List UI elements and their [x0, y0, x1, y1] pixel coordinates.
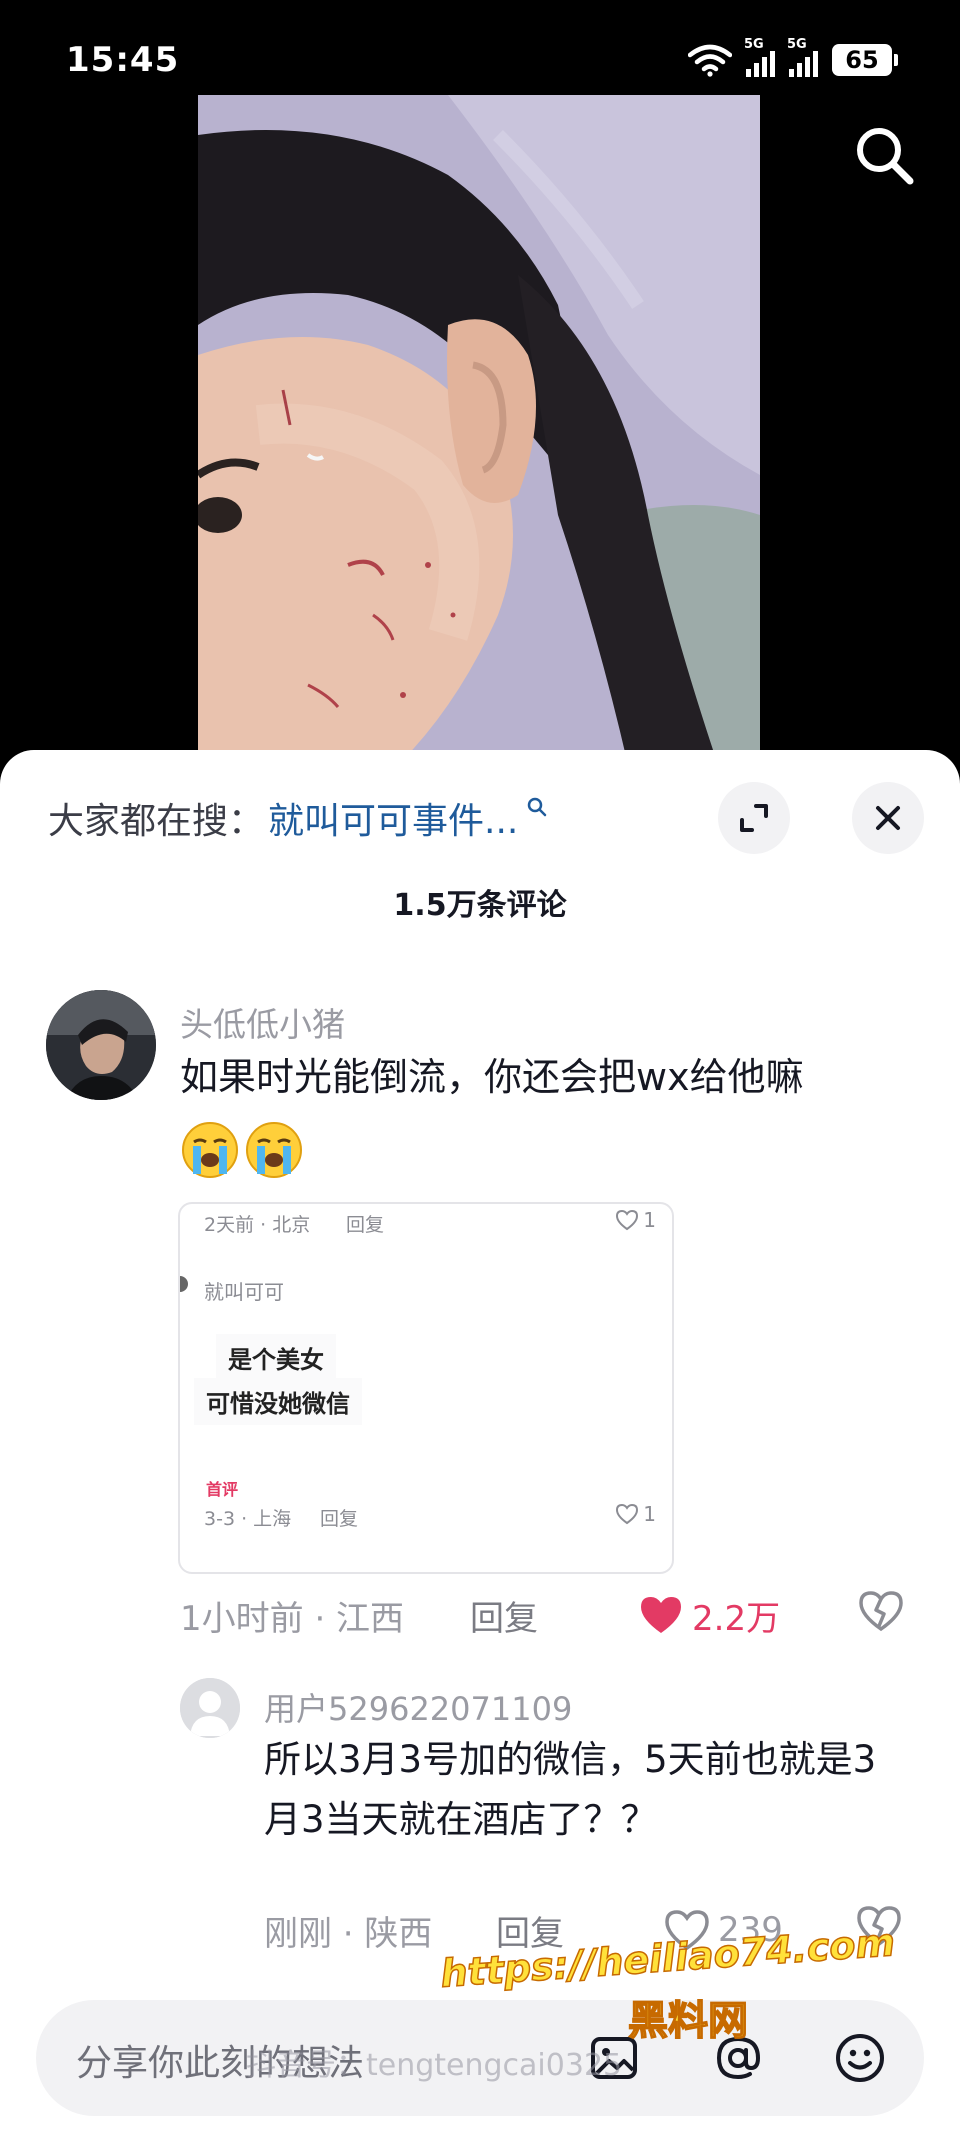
- first-comment-badge: 首评: [206, 1480, 239, 1499]
- attached-line-1: 是个美女: [216, 1334, 336, 1381]
- sub-reply-author[interactable]: 用户529622071109: [264, 1684, 572, 1730]
- status-time: 15:45: [66, 40, 180, 80]
- avatar[interactable]: [46, 990, 156, 1100]
- attached-top-meta: 2天前 · 北京: [204, 1214, 311, 1236]
- status-icons: 5G 5G 65: [688, 37, 898, 80]
- reply-button[interactable]: 回复: [470, 1591, 538, 1640]
- cellular-signal-icon-2: 5G: [787, 37, 818, 77]
- suggestion-query-link[interactable]: 就叫可可事件...: [268, 792, 518, 844]
- search-suggestion[interactable]: 大家都在搜： 就叫可可事件...: [48, 788, 548, 848]
- avatar-image: [46, 990, 156, 1100]
- default-avatar-icon: [180, 1678, 240, 1738]
- wifi-icon: [688, 44, 732, 77]
- heart-filled-icon: [641, 1597, 681, 1633]
- search-icon: [857, 128, 914, 185]
- attached-avatar-dot: [180, 1276, 188, 1292]
- attached-top-like: 1: [615, 1208, 656, 1232]
- video-player[interactable]: [0, 95, 960, 765]
- sub-reply-avatar[interactable]: [180, 1678, 240, 1738]
- attached-author: 就叫可可: [204, 1280, 284, 1304]
- suggestion-label: 大家都在搜：: [48, 801, 265, 842]
- cellular-signal-icon-1: 5G: [744, 37, 775, 77]
- attached-top-reply: 回复: [346, 1214, 385, 1236]
- attached-bottom-reply: 回复: [320, 1508, 359, 1530]
- search-button[interactable]: [844, 115, 924, 195]
- close-button[interactable]: [852, 782, 924, 854]
- dislike-button[interactable]: [858, 1590, 904, 1641]
- status-bar: 15:45 5G 5G 65: [0, 0, 960, 95]
- like-button[interactable]: 2.2万: [638, 1591, 780, 1640]
- video-frame: [198, 95, 760, 765]
- close-icon: [876, 806, 900, 830]
- comment-emojis: [180, 1120, 304, 1180]
- battery-level: 65: [832, 44, 892, 76]
- comments-sheet: 大家都在搜： 就叫可可事件... 1.5万条评论 头低低小猪 如果时光能倒流，你…: [0, 750, 960, 2145]
- site-name-watermark: 黑料网: [627, 1997, 749, 2045]
- comment-time-location: 1小时前 · 江西: [180, 1598, 405, 1639]
- sub-reply-time-location: 刚刚 · 陕西: [264, 1913, 433, 1954]
- crying-face-emoji: [182, 1122, 238, 1178]
- comment-text: 如果时光能倒流，你还会把wx给他嘛: [180, 1055, 804, 1099]
- small-search-icon: [528, 797, 547, 817]
- expand-icon: [740, 804, 768, 832]
- battery-icon: [894, 54, 898, 66]
- attached-screenshot[interactable]: 2天前 · 北京 回复 1 就叫可可 是个美女 可惜没她微信 首评 3-3 · …: [178, 1202, 674, 1574]
- expand-button[interactable]: [718, 782, 790, 854]
- attached-bottom-meta: 3-3 · 上海: [204, 1508, 292, 1530]
- platform-handle-watermark: 抖音号：tengtengcai0325: [246, 2048, 623, 2083]
- sub-reply-text: 所以3月3号加的微信，5天前也就是3月3当天就在酒店了？？: [264, 1738, 877, 1841]
- video-still: [198, 95, 760, 765]
- emoji-button[interactable]: [830, 2028, 890, 2088]
- attached-line-2: 可惜没她微信: [194, 1378, 362, 1425]
- smiley-icon: [836, 2034, 884, 2082]
- comment-author[interactable]: 头低低小猪: [180, 998, 345, 1046]
- like-count: 2.2万: [692, 1598, 781, 1639]
- comment-meta: 1小时前 · 江西 回复 2.2万: [180, 1590, 903, 1640]
- heart-outline-icon: [616, 1209, 639, 1231]
- comment-count-title: 1.5万条评论: [393, 888, 567, 923]
- broken-heart-icon: [859, 1590, 903, 1631]
- heart-outline-icon: [616, 1503, 639, 1525]
- crying-face-emoji: [246, 1122, 302, 1178]
- attached-bottom-like: 1: [615, 1502, 656, 1526]
